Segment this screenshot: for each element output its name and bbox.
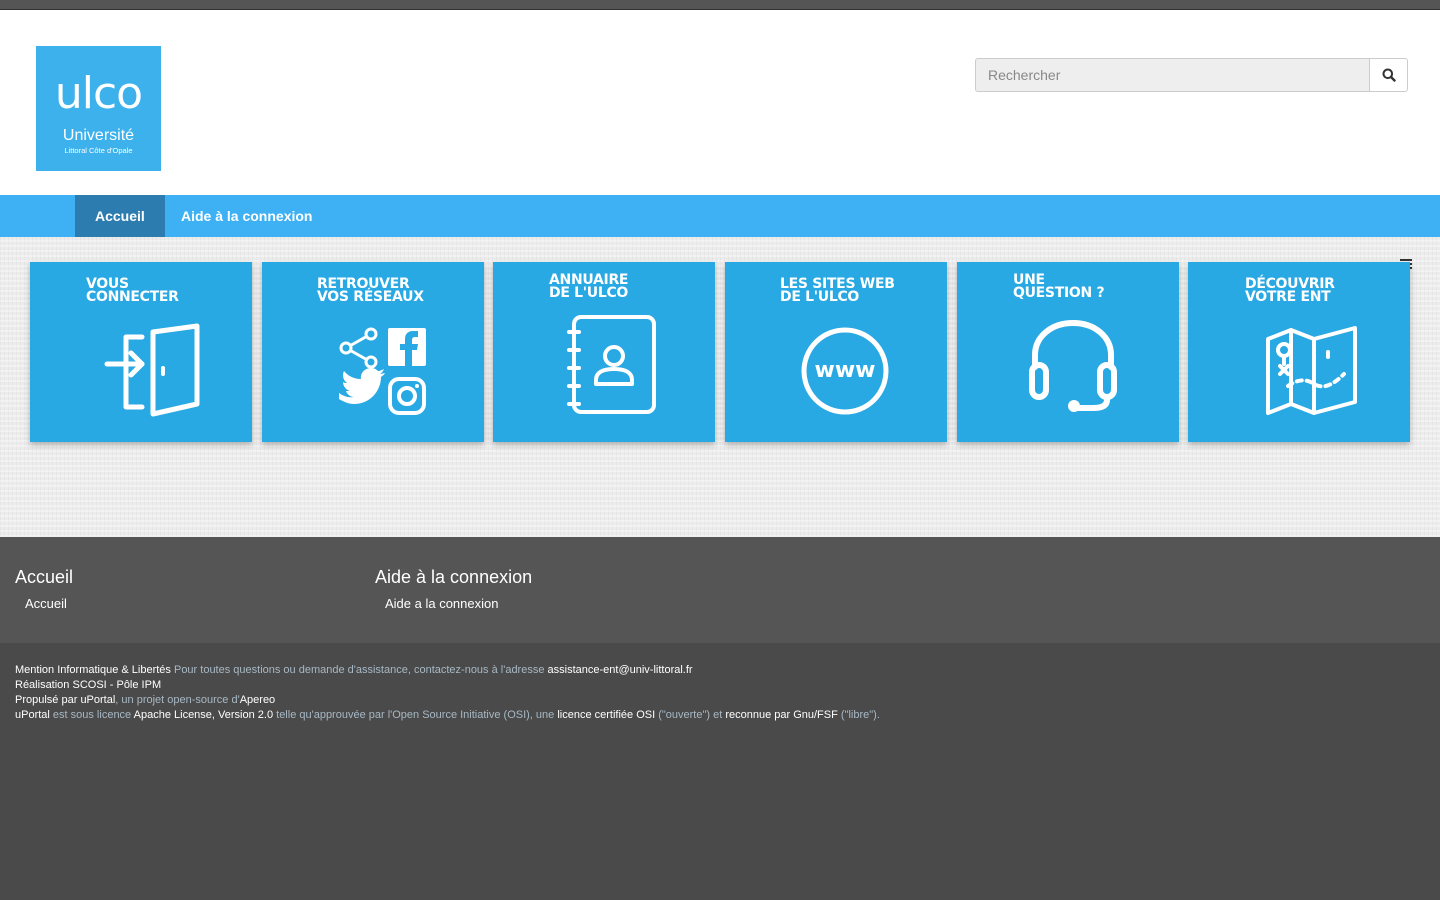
logo-university: Université (62, 127, 135, 144)
propulse-prefix: Propulsé par (15, 694, 81, 706)
top-bar (0, 0, 1440, 10)
legal-line-licence: uPortal est sous licence Apache License,… (15, 708, 1425, 723)
social-networks-icon (339, 327, 426, 415)
www-label: www (814, 358, 876, 383)
apereo-link[interactable]: Apereo (240, 694, 275, 706)
footer-link-accueil[interactable]: Accueil (25, 596, 67, 611)
footer-col-title-aide: Aide à la connexion (375, 567, 533, 587)
main-nav: Accueil Aide à la connexion (0, 195, 1440, 237)
ulco-logo[interactable]: ulco Université Littoral Côte d'Opale (36, 46, 161, 171)
osi-link[interactable]: licence certifiée OSI (557, 709, 655, 721)
assistance-email-link[interactable]: assistance-ent@univ-littoral.fr (548, 664, 693, 676)
footer-col-title-accueil: Accueil (15, 567, 74, 587)
search-icon (1382, 68, 1396, 82)
assistance-text: Pour toutes questions ou demande d'assis… (170, 664, 548, 676)
realisation-text: Réalisation SCOSI - Pôle IPM (15, 679, 162, 691)
nav-tab-accueil[interactable]: Accueil (75, 195, 165, 237)
search-button[interactable] (1369, 58, 1408, 92)
legal-line-propulse: Propulsé par uPortal, un projet open-sou… (15, 693, 1425, 708)
tile-une-question[interactable]: UNE QUESTION ? (957, 262, 1179, 442)
map-icon (1266, 326, 1357, 415)
nav-tab-aide-connexion[interactable]: Aide à la connexion (165, 195, 330, 237)
legal-line-mention: Mention Informatique & Libertés Pour tou… (15, 663, 1425, 678)
footer-nav: Accueil Accueil Aide à la connexion Aide… (0, 537, 1440, 643)
search-input[interactable] (975, 58, 1370, 92)
uportal-licence-link[interactable]: uPortal (15, 709, 50, 721)
headset-icon (1029, 320, 1117, 412)
licence-text-4: ("libre"). (837, 709, 880, 721)
logo-name: ulco (54, 68, 143, 119)
tile-vous-connecter[interactable]: VOUS CONNECTER (30, 262, 252, 442)
licence-text-2: telle qu'approuvée par l'Open Source Ini… (273, 709, 558, 721)
mention-link[interactable]: Mention Informatique & Libertés (15, 664, 171, 676)
tile-annuaire[interactable]: ANNUAIRE DE L'ULCO (493, 262, 715, 442)
footer-link-aide[interactable]: Aide a la connexion (385, 596, 498, 611)
tile-sites-web[interactable]: LES SITES WEB DE L'ULCO www (725, 262, 947, 442)
apache-license-link[interactable]: Apache License, Version 2.0 (134, 709, 273, 721)
logo-subtitle: Littoral Côte d'Opale (64, 146, 133, 155)
search-form (975, 58, 1408, 92)
licence-text-3: ("ouverte") et (655, 709, 726, 721)
propulse-middle: , un projet open-source d' (115, 694, 240, 706)
footer-legal: Mention Informatique & Libertés Pour tou… (0, 643, 1440, 900)
uportal-link[interactable]: uPortal (80, 694, 115, 706)
tile-decouvrir-ent[interactable]: DÉCOUVRIR VOTRE ENT (1188, 262, 1410, 442)
gnu-fsf-link[interactable]: reconnue par Gnu/FSF (725, 709, 838, 721)
tile-retrouver-reseaux[interactable]: RETROUVER VOS RÉSEAUX (262, 262, 484, 442)
content-area: VOUS CONNECTER RETROUVER VOS RÉSEAUX ANN… (0, 237, 1440, 537)
address-book-icon (567, 315, 656, 414)
licence-text-1: est sous licence (49, 709, 134, 721)
www-icon (801, 327, 889, 415)
legal-line-realisation: Réalisation SCOSI - Pôle IPM (15, 678, 1425, 693)
header: ulco Université Littoral Côte d'Opale (0, 10, 1440, 195)
door-enter-icon (104, 323, 200, 417)
